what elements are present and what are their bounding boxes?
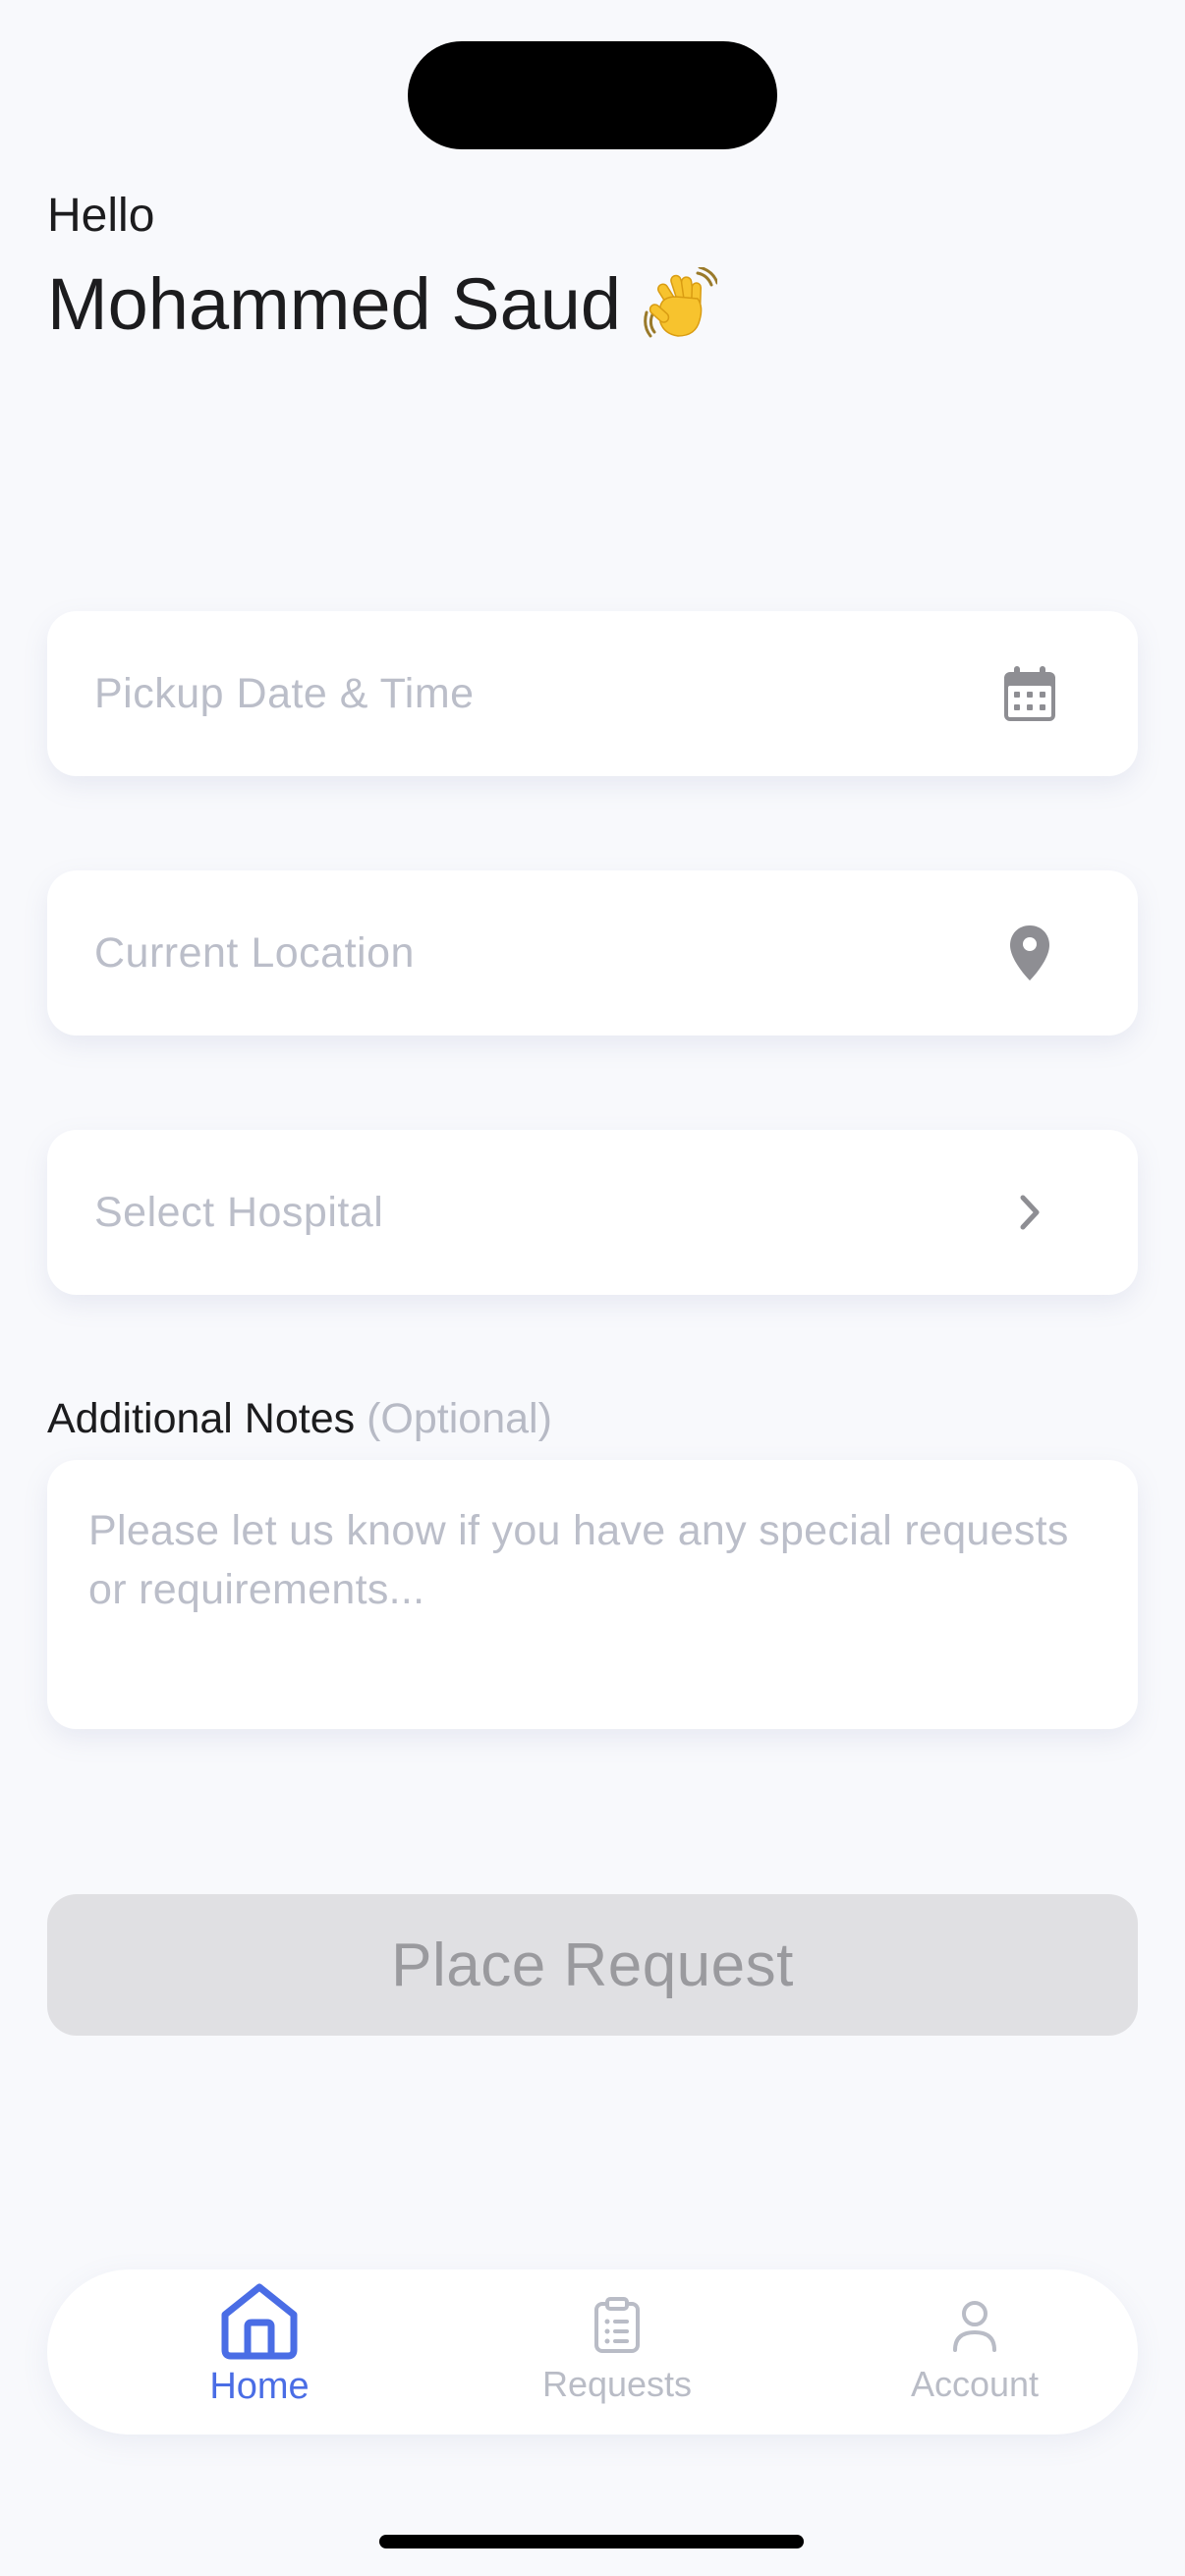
calendar-icon — [998, 662, 1061, 725]
tab-home-label: Home — [209, 2366, 310, 2407]
tab-account[interactable]: Account — [857, 2269, 1093, 2435]
greeting-hello: Hello — [47, 190, 155, 242]
pickup-date-time-label: Pickup Date & Time — [94, 669, 475, 717]
bottom-tab-bar: Home Requests Account — [47, 2269, 1138, 2435]
tab-requests[interactable]: Requests — [480, 2269, 755, 2435]
select-hospital-field[interactable]: Select Hospital — [47, 1130, 1138, 1295]
chevron-right-icon — [998, 1181, 1061, 1244]
user-name: Mohammed Saud — [47, 263, 622, 345]
home-indicator — [379, 2535, 804, 2548]
current-location-field[interactable]: Current Location — [47, 870, 1138, 1036]
clipboard-icon — [592, 2269, 642, 2354]
tab-requests-label: Requests — [541, 2364, 693, 2404]
place-request-button[interactable]: Place Request — [47, 1894, 1138, 2036]
additional-notes-label: Additional Notes (Optional) — [47, 1389, 552, 1448]
additional-notes-box — [47, 1460, 1138, 1729]
waving-hand-icon — [643, 267, 718, 342]
dynamic-island — [408, 41, 777, 149]
additional-notes-title: Additional Notes — [47, 1395, 356, 1442]
current-location-label: Current Location — [94, 928, 415, 977]
location-pin-icon — [998, 922, 1061, 984]
tab-account-label: Account — [910, 2364, 1040, 2404]
pickup-date-time-field[interactable]: Pickup Date & Time — [47, 611, 1138, 776]
home-icon — [219, 2269, 300, 2360]
additional-notes-input[interactable] — [88, 1501, 1097, 1688]
optional-hint: (Optional) — [367, 1395, 552, 1442]
user-name-heading: Mohammed Saud — [47, 263, 718, 346]
tab-home[interactable]: Home — [141, 2269, 377, 2435]
select-hospital-label: Select Hospital — [94, 1188, 384, 1236]
person-icon — [950, 2269, 999, 2354]
